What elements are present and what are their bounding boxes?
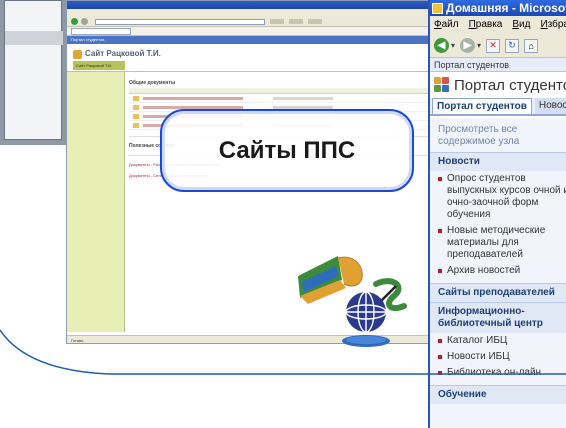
toolbar-button[interactable]: [270, 19, 284, 24]
folder-icon: [133, 104, 139, 110]
forward-arrow-icon[interactable]: ▶: [460, 38, 476, 53]
back-window-tabbar: [67, 27, 437, 36]
forward-icon[interactable]: [81, 18, 88, 25]
back-window-menubar: [67, 9, 437, 17]
menu-edit[interactable]: Правка: [469, 16, 503, 34]
view-all-content-link[interactable]: Просмотреть все содержимое узла: [430, 118, 566, 152]
sidebar-link[interactable]: [70, 166, 121, 171]
left-fragment-window: [4, 0, 63, 140]
home-icon[interactable]: ⌂: [524, 38, 539, 53]
bullet-icon: [438, 371, 442, 375]
portal-quick-launch: Просмотреть все содержимое узла Новости …: [430, 118, 566, 428]
back-window-sidebar: [67, 72, 125, 332]
callout-title: Сайты ППС: [218, 136, 356, 164]
sidebar-link[interactable]: [70, 121, 121, 126]
sidebar-link[interactable]: [70, 94, 121, 99]
ie-menubar: Файл Правка Вид Избранное: [430, 16, 566, 34]
back-icon[interactable]: [71, 18, 78, 25]
ie-titlebar: Домашняя - Microsoft Internet Explorer: [430, 0, 566, 16]
back-window-toolbar: [67, 17, 437, 27]
nav-item[interactable]: Каталог ИБЦ: [430, 333, 566, 349]
sidebar-link[interactable]: [70, 85, 121, 90]
nav-item[interactable]: Опрос студентов выпускных курсов очной и…: [430, 171, 566, 223]
nav-item[interactable]: Библиотека он-лайн: [430, 365, 566, 381]
portal-title: Портал студентов: [454, 76, 566, 94]
nav-heading-news[interactable]: Новости: [430, 152, 566, 171]
menu-favorites[interactable]: Избранное: [540, 16, 566, 34]
back-arrow-icon[interactable]: ◀: [434, 38, 449, 53]
address-bar[interactable]: [95, 18, 265, 25]
back-window-portal-bar[interactable]: Портал студентов: [67, 36, 437, 44]
site-title: Сайт Рацковой Т.И.: [85, 49, 161, 58]
student-portal-ie-window: Домашняя - Microsoft Internet Explorer Ф…: [428, 0, 566, 428]
folder-icon: [133, 95, 139, 101]
sidebar-link[interactable]: [70, 157, 121, 162]
tab-news[interactable]: Новости: [534, 98, 566, 114]
nav-item[interactable]: Новые методические материалы для препода…: [430, 223, 566, 263]
callout-bubble: Сайты ППС: [160, 109, 414, 192]
toolbar-button[interactable]: [308, 19, 322, 24]
window-title: Домашняя - Microsoft Internet Explorer: [446, 1, 566, 15]
ie-logo-icon: [432, 2, 443, 14]
folder-icon: [133, 113, 139, 119]
back-window-titlebar: [67, 1, 437, 9]
portal-header: Портал студентов: [430, 72, 566, 98]
bullet-icon: [438, 355, 442, 359]
sidebar-link[interactable]: [70, 112, 121, 117]
hand-globe-clipart-icon: [298, 256, 407, 347]
menu-file[interactable]: Файл: [434, 16, 459, 34]
sidebar-link[interactable]: [70, 130, 121, 135]
folder-icon: [133, 122, 139, 128]
ie-toolbar: ◀ ▾ ▶ ▾ ✕ ↻ ⌂: [430, 34, 566, 58]
documents-section-title: Общие документы: [129, 80, 176, 86]
stop-icon[interactable]: ✕: [486, 38, 501, 53]
refresh-icon[interactable]: ↻: [505, 38, 520, 53]
browser-tab[interactable]: [71, 27, 131, 35]
nav-heading-teacher-sites[interactable]: Сайты преподавателей: [430, 283, 566, 302]
site-tab[interactable]: Сайт Рацковой Т.И.: [73, 61, 125, 70]
sidebar-link[interactable]: [70, 139, 121, 144]
portal-tabs: Портал студентов Новости: [430, 98, 566, 116]
bullet-icon: [438, 339, 442, 343]
slide-stage: Портал студентов Сайт Рацковой Т.И. Сайт…: [0, 0, 566, 428]
portal-logo-icon: [434, 77, 450, 93]
menu-view[interactable]: Вид: [512, 16, 530, 34]
sidebar-link[interactable]: [70, 103, 121, 108]
portal-breadcrumb[interactable]: Портал студентов: [430, 58, 566, 72]
left-screenshot-fragment: [0, 0, 66, 145]
toolbar-button[interactable]: [289, 19, 303, 24]
nav-item[interactable]: Новости ИБЦ: [430, 349, 566, 365]
sidebar-link[interactable]: [70, 148, 121, 153]
tab-student-portal[interactable]: Портал студентов: [432, 98, 532, 114]
site-logo-icon: [73, 50, 82, 59]
bullet-icon: [438, 229, 442, 233]
document-row[interactable]: [129, 94, 435, 103]
dropdown-arrow-icon[interactable]: ▾: [477, 41, 481, 50]
sidebar-link[interactable]: [70, 76, 121, 81]
dropdown-arrow-icon[interactable]: ▾: [451, 41, 455, 50]
bullet-icon: [438, 177, 442, 181]
bullet-icon: [438, 269, 442, 273]
nav-heading-library-center[interactable]: Информационно-библиотечный центр: [430, 302, 566, 333]
back-window-site-header: Сайт Рацковой Т.И. Сайт Рацковой Т.И.: [67, 44, 437, 72]
left-fragment-bar: [5, 31, 63, 45]
nav-heading-education[interactable]: Обучение: [430, 385, 566, 404]
nav-item[interactable]: Архив новостей: [430, 263, 566, 279]
